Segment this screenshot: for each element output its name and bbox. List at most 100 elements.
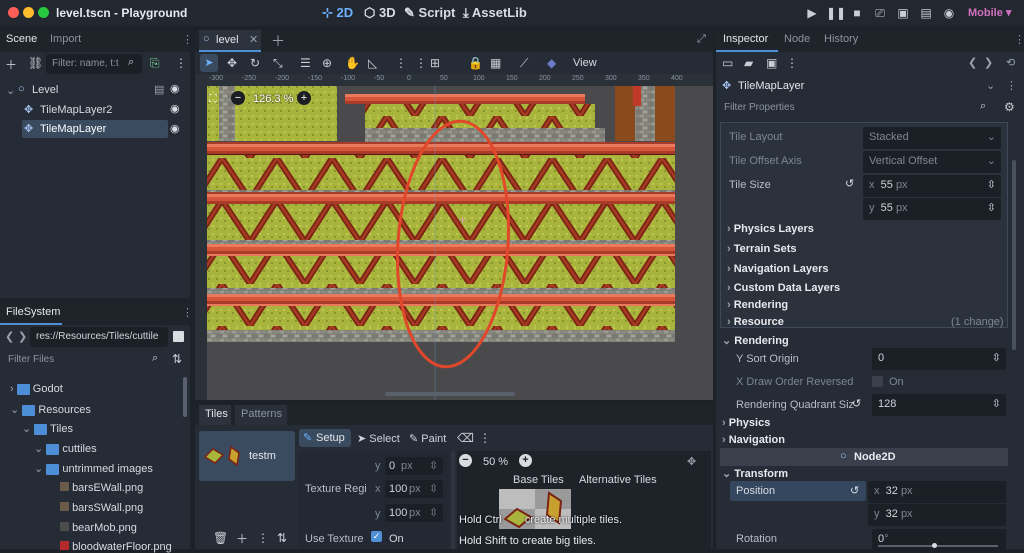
tab-filesystem[interactable]: FileSystem [6,306,60,318]
rotate-tool-icon[interactable]: ↻ [250,56,260,70]
group-icon[interactable]: ▦ [490,56,501,70]
zoom-in-icon[interactable]: + [297,91,311,105]
close-window-button[interactable] [8,7,19,18]
position-y-field[interactable]: y 32 px [868,504,1006,526]
back-icon[interactable]: ❮ [968,56,977,69]
zoom-out-icon[interactable]: − [459,454,472,467]
tab-inspector[interactable]: Inspector [723,33,768,45]
fs-file[interactable]: barsSWall.png [60,502,143,514]
physics-section[interactable]: › Physics [722,417,770,429]
add-source-icon[interactable]: ＋ [236,530,248,547]
zoom-in-icon[interactable]: + [519,454,532,467]
transform-section[interactable]: ⌄ Transform [722,467,788,480]
fs-item-tiles[interactable]: ⌄ Tiles [22,422,73,435]
tree-node-tilemaplayer[interactable]: ✥ TileMapLayer [22,120,168,138]
tab-level[interactable]: ○ level ✕ [199,30,261,52]
fs-item-resources[interactable]: ⌄ Resources [10,403,91,416]
fs-item-cuttiles[interactable]: ⌄ cuttiles [34,442,97,455]
revert-icon[interactable]: ↺ [850,484,859,497]
position-x-field[interactable]: x 32 px [868,481,1006,503]
zoom-out-icon[interactable]: − [231,91,245,105]
tree-node-tilemaplayer2[interactable]: ✥ TileMapLayer2 ◉ [4,100,188,120]
navigation-section[interactable]: › Navigation [722,434,785,446]
scrollbar[interactable] [183,377,187,417]
fs-file[interactable]: bloodwaterFloor.png [60,541,172,553]
tile-size-y[interactable]: y 55 px ⇳ [863,198,1001,220]
visibility-eye-icon[interactable]: ◉ [170,122,180,135]
physics-layers-section[interactable]: › Physics Layers [727,223,814,235]
add-script-icon[interactable]: ⎘ [150,56,160,71]
tab-scene[interactable]: Scene [6,33,37,45]
renderer-select[interactable]: Mobile ▾ [968,6,1011,19]
rendering-sub-section[interactable]: › Rendering [727,299,788,311]
tile-offset-axis-select[interactable]: Vertical Offset ⌄ [863,151,1001,173]
tab-node[interactable]: Node [784,33,810,45]
more-snap-icon[interactable]: ⋮ [415,56,427,70]
pan-tool-icon[interactable]: ✋ [345,56,360,70]
terrain-sets-section[interactable]: › Terrain Sets [727,243,797,255]
script-file-icon[interactable]: ▤ [154,83,164,96]
navigation-layers-section[interactable]: › Navigation Layers [727,263,829,275]
distraction-free-icon[interactable]: ⤢ [697,33,706,46]
new-tab-icon[interactable]: ＋ [271,31,285,51]
snap-grid-icon[interactable]: ⊞ [430,56,440,70]
scale-tool-icon[interactable]: ⤡ [273,56,283,71]
stop-icon[interactable]: ■ [849,5,865,21]
dock-menu-icon[interactable]: ⋮ [182,306,193,319]
add-node-icon[interactable]: ＋ [5,56,17,73]
custom-data-layers-section[interactable]: › Custom Data Layers [727,282,840,294]
list-select-icon[interactable]: ☰ [300,56,311,70]
mode-assetlib-button[interactable]: ⤓ AssetLib [463,5,527,21]
checkbox-icon[interactable]: ✓ [371,531,382,542]
setup-tool[interactable]: ✎ Setup [299,429,351,447]
texture-origin-y[interactable]: 0 px ⇳ [385,457,443,475]
save-icon[interactable]: ▣ [766,56,777,70]
delete-icon[interactable]: 🗑 [213,531,228,545]
mode-3d-button[interactable]: ⬡ 3D [364,5,396,21]
settings-icon[interactable]: ⚙ [1004,100,1015,114]
link-icon[interactable]: ⛓ [28,56,43,70]
fs-item-godot[interactable]: › Godot [10,383,63,395]
object-menu-icon[interactable]: ⋮ [1006,79,1017,92]
dock-menu-icon[interactable]: ⋮ [182,33,193,46]
camera-override-icon[interactable]: ◆ [547,56,556,70]
pivot-tool-icon[interactable]: ⊕ [322,56,332,70]
tiles-menu-icon[interactable]: ⋮ [479,431,491,445]
resource-section[interactable]: › Resource [727,316,784,328]
movie-icon[interactable]: ◉ [941,5,957,21]
zoom-window-button[interactable] [38,7,49,18]
rotation-slider[interactable] [878,545,998,547]
fs-item-untrimmed[interactable]: ⌄ untrimmed images [34,462,153,475]
resource-menu-icon[interactable]: ⋮ [786,56,798,70]
sort-icon[interactable]: ⇅ [277,531,287,545]
sort-icon[interactable]: ⇅ [172,352,182,366]
tab-tiles[interactable]: Tiles [199,405,231,425]
close-tab-icon[interactable]: ✕ [249,33,258,46]
stepper-icon[interactable]: ⇳ [429,459,438,472]
tile-source-item[interactable]: testm [199,431,295,481]
texture-region-x[interactable]: 100 px ⇳ [385,480,443,498]
rotation-field[interactable]: 0° [872,529,1006,551]
tab-import[interactable]: Import [50,33,81,45]
fs-file[interactable]: bearMob.png [60,522,137,534]
rendering-section[interactable]: ⌄ Rendering [722,334,789,347]
lock-icon[interactable]: 🔒 [468,56,483,70]
tile-size-x[interactable]: x 55 px ⇳ [863,175,1001,197]
visibility-eye-icon[interactable]: ◉ [170,102,180,115]
minimize-window-button[interactable] [23,7,34,18]
view-menu[interactable]: View [573,57,597,69]
ruler-tool-icon[interactable]: ◺ [368,56,377,70]
paint-tool[interactable]: ✎ Paint [409,432,446,445]
back-icon[interactable]: ❮ [5,330,14,343]
inspected-node[interactable]: TileMapLayer [738,80,804,92]
atlas-view[interactable]: − 50 % + ✥ Base Tiles Alternative Tiles … [457,451,711,549]
snap-icon[interactable]: ⋮ [395,56,407,70]
revert-icon[interactable]: ↺ [852,397,861,410]
scrollbar[interactable] [451,451,455,549]
chevron-down-icon[interactable]: ⌄ [986,79,995,92]
play-scene-icon[interactable]: ▣ [895,5,911,21]
tab-history[interactable]: History [824,33,858,45]
y-sort-origin-field[interactable]: 0 ⇳ [872,348,1006,370]
fs-file[interactable]: barsEWall.png [60,482,143,494]
zoom-level[interactable]: 126.3 % [253,93,293,105]
